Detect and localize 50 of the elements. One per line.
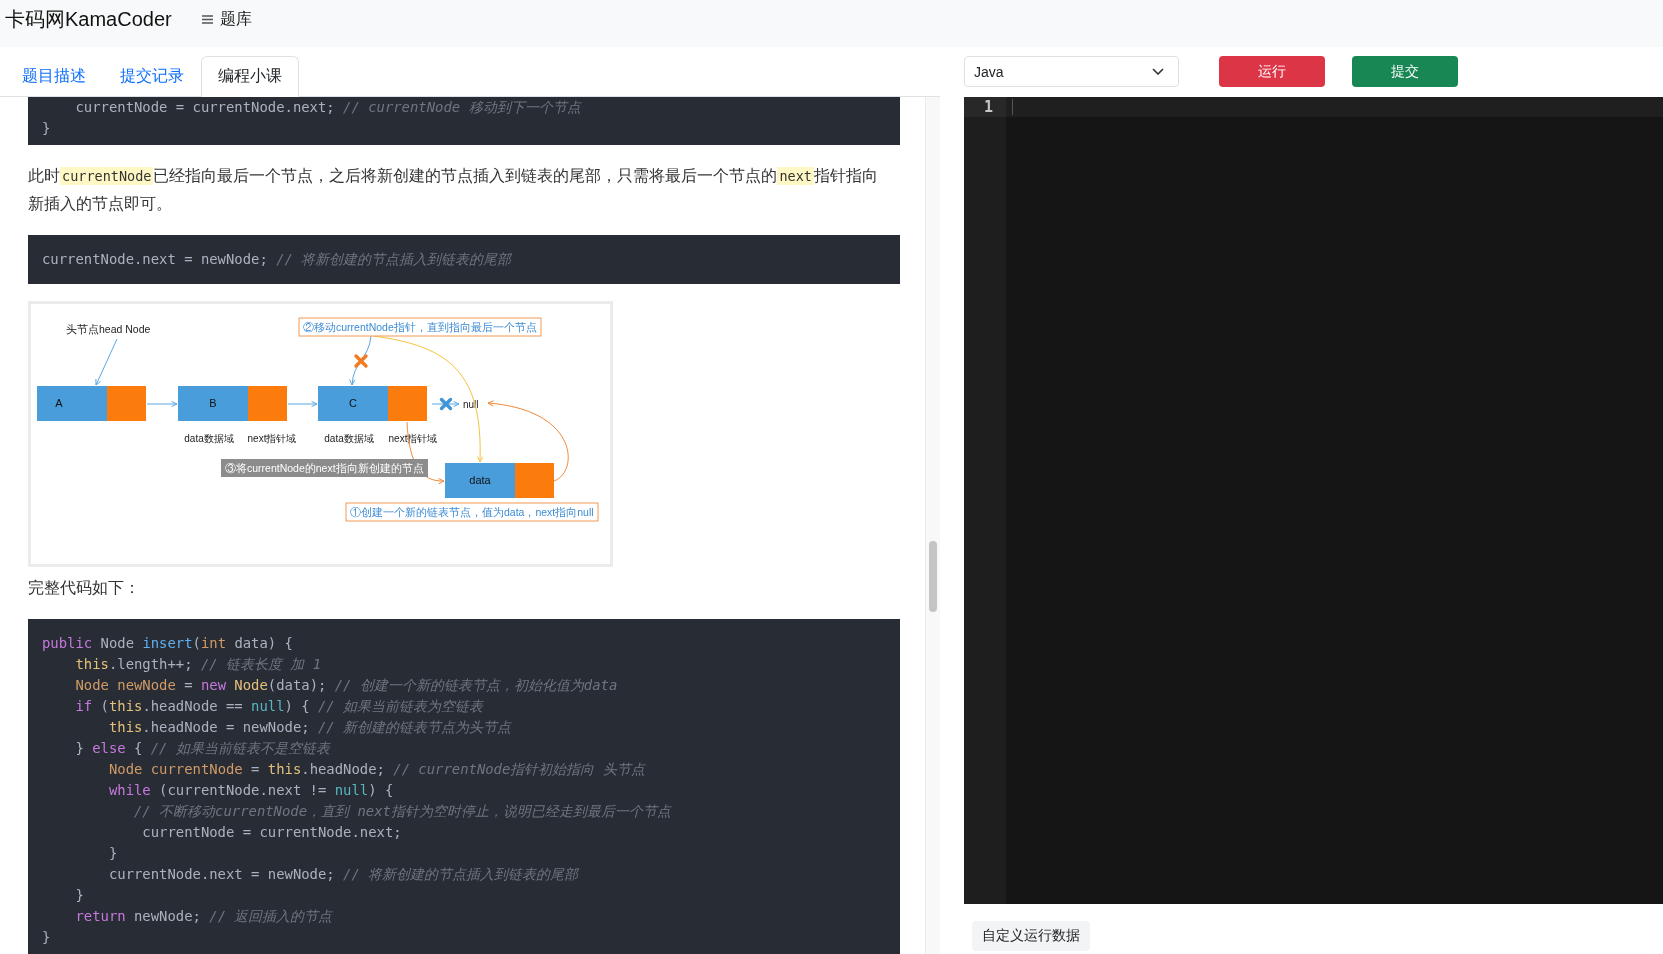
code-line: currentNode = currentNode.next; // currentNode 移动到下一个节点 bbox=[74, 98, 581, 117]
link-arrow bbox=[287, 400, 318, 408]
code-line: } bbox=[74, 886, 84, 905]
field-label: next指针域 bbox=[388, 433, 438, 444]
code-line: this.headNode = newNode; // 新创建的链表节点为头节点 bbox=[107, 718, 512, 737]
menu-icon bbox=[201, 14, 213, 24]
callout-box: ①创建一个新的链表节点，值为data，next指向null bbox=[345, 502, 599, 522]
tab[interactable]: 编程小课 bbox=[201, 56, 299, 97]
head-node-label: 头节点head Node bbox=[66, 323, 151, 335]
code-line: currentNode.next = newNode; // 将新创建的节点插入到链表的尾部 bbox=[42, 250, 512, 269]
scrollbar-thumb[interactable] bbox=[929, 541, 937, 612]
field-label: data数据域 bbox=[184, 433, 234, 444]
field-label: data数据域 bbox=[324, 433, 374, 444]
tab[interactable]: 提交记录 bbox=[103, 56, 201, 97]
submit-button[interactable]: 提交 bbox=[1352, 56, 1458, 87]
field-label: next指针域 bbox=[247, 433, 297, 444]
text-cursor bbox=[1012, 99, 1013, 115]
code-editor[interactable]: 1 bbox=[964, 97, 1663, 904]
code-line: } bbox=[42, 119, 51, 138]
code-line: Node currentNode = this.headNode; // currentNode指针初始指向 头节点 bbox=[107, 760, 645, 779]
code-line: this.length++; // 链表长度 加 1 bbox=[74, 655, 322, 674]
code-line: public Node insert(int data) { bbox=[42, 634, 293, 653]
code-line: if (this.headNode == null) { // 如果当前链表为空链表 bbox=[74, 697, 484, 716]
run-button[interactable]: 运行 bbox=[1219, 56, 1325, 87]
cross-icon bbox=[439, 397, 453, 411]
code-line: return newNode; // 返回插入的节点 bbox=[74, 907, 333, 926]
code-line: // 不断移动currentNode，直到 next指针为空时停止，说明已经走到最后一个节点 bbox=[133, 802, 671, 821]
link-arrow bbox=[431, 400, 460, 408]
link-arrow bbox=[146, 400, 178, 408]
code-line: } bbox=[42, 928, 51, 947]
code-line: } bbox=[107, 844, 118, 863]
site-logo[interactable]: 卡码网KamaCoder bbox=[5, 7, 172, 31]
code-line: Node newNode = new Node(data); // 创建一个新的链表节点，初始化值为data bbox=[74, 676, 618, 695]
code-line: while (currentNode.next != null) { bbox=[107, 781, 394, 800]
language-select[interactable]: Java bbox=[964, 56, 1179, 87]
null-label: null bbox=[463, 399, 479, 410]
paragraph-text: 此时 currentNode 已经指向最后一个节点，之后将新创建的节点插入到链表的尾部，只需将最后一个节点的 next 指针指向新插入的节点即可。 bbox=[28, 166, 879, 214]
problem-bank-link[interactable]: 题库 bbox=[201, 7, 252, 31]
line-number: 1 bbox=[964, 97, 1006, 117]
code-line: } else { // 如果当前链表不是空链表 bbox=[74, 739, 330, 758]
callout-box: ②移动currentNode指针，直到指向最后一个节点 bbox=[298, 317, 542, 337]
callout-box: ③将currentNode的next指向新创建的节点 bbox=[221, 459, 428, 477]
cross-icon bbox=[354, 354, 368, 368]
tab[interactable]: 题目描述 bbox=[5, 56, 103, 97]
code-line: currentNode = currentNode.next; bbox=[141, 823, 402, 842]
code-line: currentNode.next = newNode; // 将新创建的节点插入到链表的尾部 bbox=[107, 865, 579, 884]
chevron-down-icon bbox=[1152, 68, 1164, 75]
pointer-arrow bbox=[95, 338, 118, 386]
paragraph-text: 完整代码如下： bbox=[28, 578, 140, 598]
custom-input-button[interactable]: 自定义运行数据 bbox=[972, 921, 1090, 951]
